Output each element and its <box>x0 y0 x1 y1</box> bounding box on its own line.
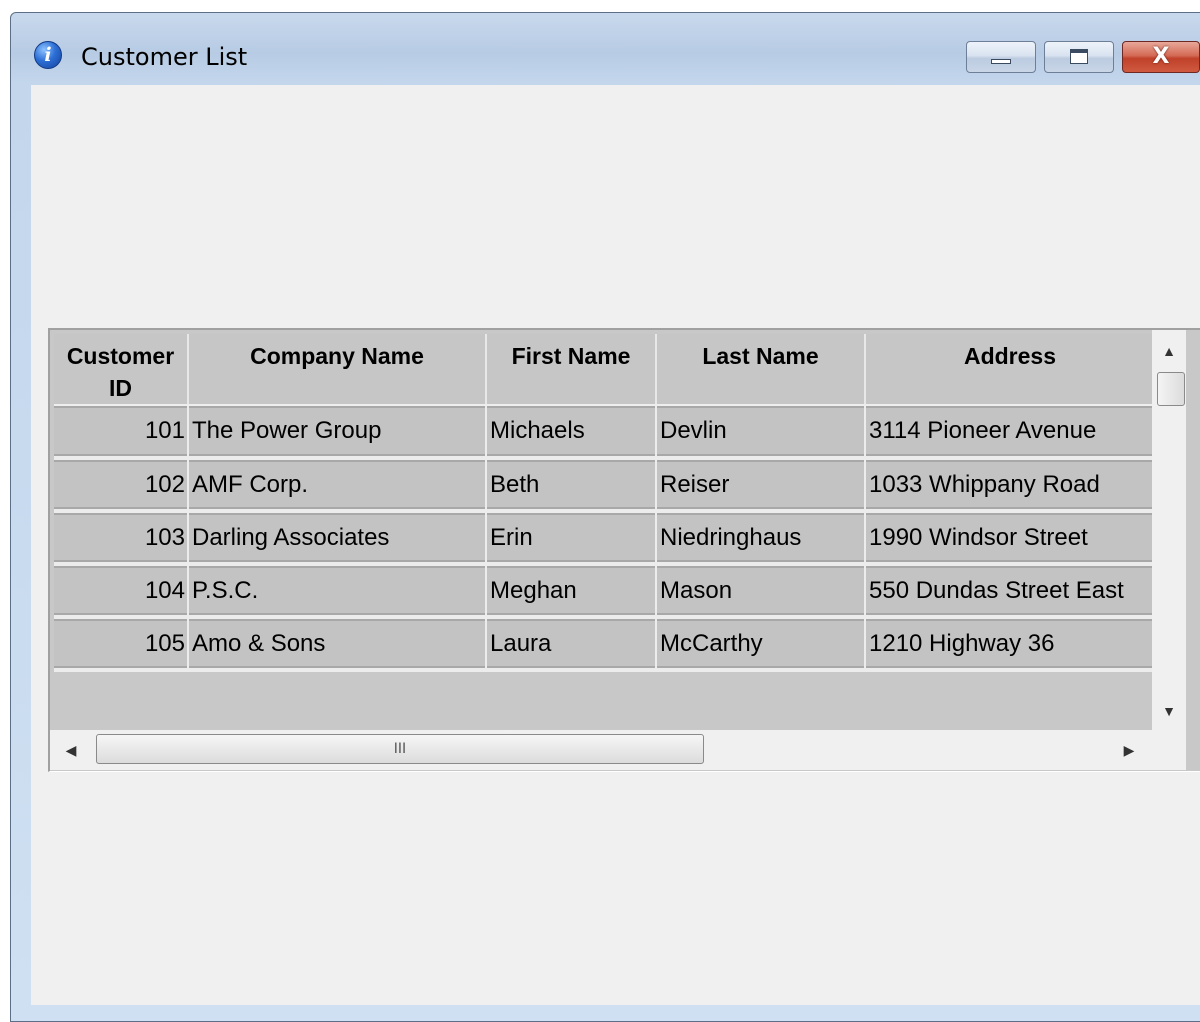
scroll-left-arrow-icon[interactable]: ◀ <box>54 730 88 770</box>
cell-last-name[interactable]: Reiser <box>656 458 866 513</box>
scroll-right-arrow-icon[interactable]: ▶ <box>1112 730 1146 770</box>
customer-table: Customer ID Company Name First Name Last… <box>54 334 1156 672</box>
table-header-row: Customer ID Company Name First Name Last… <box>54 334 1156 406</box>
cell-address[interactable]: 3114 Pioneer Avenue <box>865 405 1156 460</box>
cell-customer-id[interactable]: 104 <box>54 564 189 619</box>
minimize-button[interactable] <box>966 41 1036 73</box>
cell-company-name[interactable]: Darling Associates <box>188 511 487 566</box>
cell-last-name[interactable]: Mason <box>656 564 866 619</box>
info-icon: i <box>34 41 62 69</box>
customer-list-window: i Customer List X Customer ID Company Na… <box>10 12 1200 1022</box>
cell-last-name[interactable]: Devlin <box>656 405 866 460</box>
title-bar[interactable]: i Customer List X <box>11 13 1200 83</box>
minimize-icon <box>991 59 1011 64</box>
window-client-area: Customer ID Company Name First Name Last… <box>31 85 1200 1005</box>
table-row[interactable]: 105 Amo & Sons Laura McCarthy 1210 Highw… <box>54 617 1156 672</box>
column-header-last-name[interactable]: Last Name <box>656 334 866 406</box>
column-header-company-name[interactable]: Company Name <box>188 334 487 406</box>
cell-first-name[interactable]: Beth <box>486 458 657 513</box>
vertical-scrollbar[interactable]: ▲ ▼ <box>1152 330 1186 730</box>
cell-company-name[interactable]: AMF Corp. <box>188 458 487 513</box>
close-button[interactable]: X <box>1122 41 1200 73</box>
cell-customer-id[interactable]: 103 <box>54 511 189 566</box>
column-header-address[interactable]: Address <box>865 334 1156 406</box>
customer-grid[interactable]: Customer ID Company Name First Name Last… <box>48 328 1200 772</box>
scroll-up-arrow-icon[interactable]: ▲ <box>1152 334 1186 368</box>
maximize-icon <box>1070 49 1088 64</box>
cell-first-name[interactable]: Michaels <box>486 405 657 460</box>
cell-company-name[interactable]: The Power Group <box>188 405 487 460</box>
horizontal-scrollbar[interactable]: ◀ III ▶ <box>50 730 1152 770</box>
scrollbar-corner <box>1152 730 1186 770</box>
table-row[interactable]: 102 AMF Corp. Beth Reiser 1033 Whippany … <box>54 458 1156 513</box>
table-row[interactable]: 101 The Power Group Michaels Devlin 3114… <box>54 405 1156 460</box>
horizontal-scroll-thumb[interactable]: III <box>96 734 704 764</box>
maximize-button[interactable] <box>1044 41 1114 73</box>
column-header-first-name[interactable]: First Name <box>486 334 657 406</box>
cell-customer-id[interactable]: 102 <box>54 458 189 513</box>
cell-first-name[interactable]: Erin <box>486 511 657 566</box>
cell-company-name[interactable]: Amo & Sons <box>188 617 487 672</box>
cell-address[interactable]: 550 Dundas Street East <box>865 564 1156 619</box>
cell-customer-id[interactable]: 101 <box>54 405 189 460</box>
cell-address[interactable]: 1210 Highway 36 <box>865 617 1156 672</box>
table-row[interactable]: 104 P.S.C. Meghan Mason 550 Dundas Stree… <box>54 564 1156 619</box>
scroll-down-arrow-icon[interactable]: ▼ <box>1152 694 1186 728</box>
column-header-customer-id[interactable]: Customer ID <box>54 334 189 406</box>
cell-last-name[interactable]: McCarthy <box>656 617 866 672</box>
cell-address[interactable]: 1033 Whippany Road <box>865 458 1156 513</box>
window-title: Customer List <box>81 43 248 71</box>
cell-first-name[interactable]: Laura <box>486 617 657 672</box>
vertical-scroll-thumb[interactable] <box>1157 372 1185 406</box>
cell-customer-id[interactable]: 105 <box>54 617 189 672</box>
table-row[interactable]: 103 Darling Associates Erin Niedringhaus… <box>54 511 1156 566</box>
cell-first-name[interactable]: Meghan <box>486 564 657 619</box>
cell-last-name[interactable]: Niedringhaus <box>656 511 866 566</box>
cell-address[interactable]: 1990 Windsor Street <box>865 511 1156 566</box>
cell-company-name[interactable]: P.S.C. <box>188 564 487 619</box>
close-icon: X <box>1152 44 1170 69</box>
